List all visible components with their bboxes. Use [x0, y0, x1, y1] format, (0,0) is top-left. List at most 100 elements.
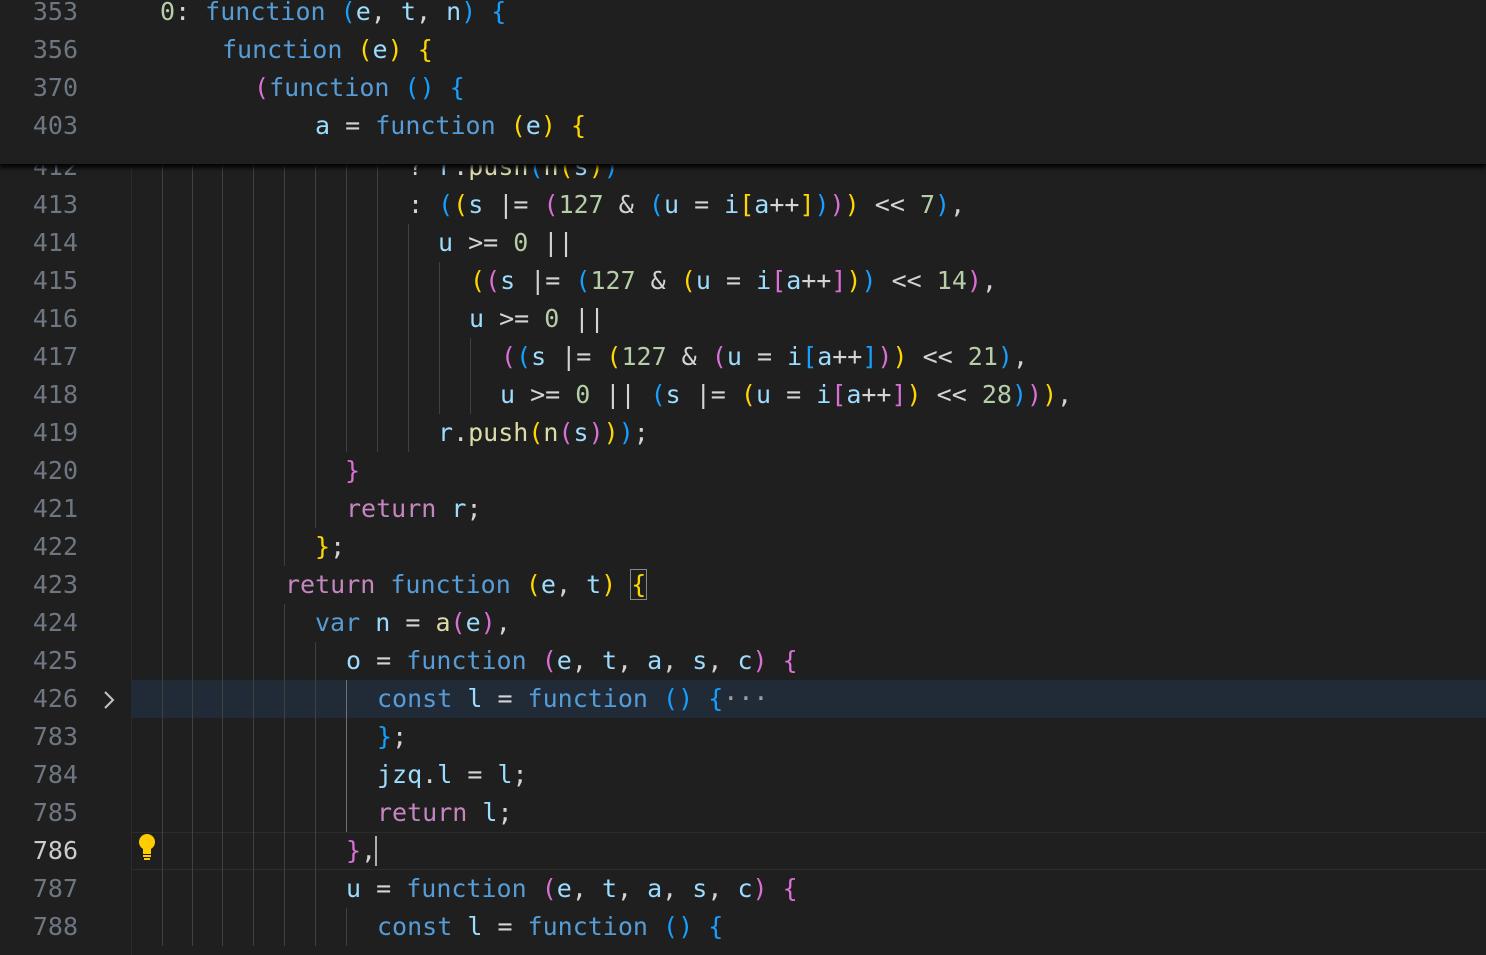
- code-token: (: [501, 342, 517, 371]
- code-token: ;: [466, 494, 482, 523]
- code-token: 21: [967, 342, 998, 371]
- line-number[interactable]: 419: [0, 414, 78, 452]
- line-number[interactable]: 788: [0, 908, 78, 946]
- code-token: e: [540, 570, 556, 599]
- line-number[interactable]: 425: [0, 642, 78, 680]
- code-line[interactable]: 788 const l = function () {: [0, 908, 1486, 946]
- line-number[interactable]: 420: [0, 452, 78, 490]
- code-token: 0: [160, 0, 176, 26]
- code-editor[interactable]: 353 0: function (e, t, n) {356 function (e…: [0, 0, 1486, 955]
- line-number[interactable]: 422: [0, 528, 78, 566]
- sticky-line[interactable]: 370 (function () {: [0, 69, 1486, 107]
- code-token: ++: [801, 266, 832, 295]
- code-token: a: [647, 874, 663, 903]
- line-number[interactable]: 413: [0, 186, 78, 224]
- line-number[interactable]: 787: [0, 870, 78, 908]
- code-token: <<: [921, 380, 982, 409]
- code-token: ): [877, 342, 893, 371]
- line-number[interactable]: 423: [0, 566, 78, 604]
- code-line[interactable]: 422};: [0, 528, 1486, 566]
- line-number[interactable]: 421: [0, 490, 78, 528]
- code-token: t: [601, 646, 617, 675]
- code-line[interactable]: 414 u >= 0 ||: [0, 224, 1486, 262]
- code-token: u: [469, 304, 485, 333]
- line-number[interactable]: 784: [0, 756, 78, 794]
- code-token: s: [665, 380, 681, 409]
- code-line[interactable]: 425 o = function (e, t, a, s, c) {: [0, 642, 1486, 680]
- code-token: (: [453, 190, 469, 219]
- sticky-line[interactable]: 403 a = function (e) {: [0, 107, 1486, 145]
- code-line[interactable]: 420}: [0, 452, 1486, 490]
- line-number[interactable]: 417: [0, 338, 78, 376]
- code-token: =: [361, 874, 407, 903]
- chevron-right-icon[interactable]: [99, 680, 119, 718]
- code-line[interactable]: 424 var n = a(e),: [0, 604, 1486, 642]
- code-token: 127: [621, 342, 667, 371]
- code-token: {: [782, 646, 798, 675]
- code-token: .: [453, 418, 469, 447]
- line-number[interactable]: 416: [0, 300, 78, 338]
- code-line[interactable]: 415 ((s |= (127 & (u = i[a++])) << 14),: [0, 262, 1486, 300]
- code-token: (: [254, 73, 270, 102]
- code-token: ;: [512, 760, 528, 789]
- code-token: (: [541, 874, 557, 903]
- code-line[interactable]: 785 return l;: [0, 794, 1486, 832]
- code-line[interactable]: 423 return function (e, t) {: [0, 566, 1486, 604]
- code-line[interactable]: 783};: [0, 718, 1486, 756]
- sticky-line[interactable]: 353 0: function (e, t, n) {: [0, 0, 1486, 31]
- line-number[interactable]: 418: [0, 376, 78, 414]
- line-number[interactable]: 424: [0, 604, 78, 642]
- line-number[interactable]: 426: [0, 680, 78, 718]
- sticky-scroll-header[interactable]: 353 0: function (e, t, n) {356 function (e…: [0, 0, 1486, 165]
- lightbulb-icon[interactable]: [136, 832, 158, 870]
- code-line[interactable]: 784 jzq.l = l;: [0, 756, 1486, 794]
- code-token: ++: [861, 380, 892, 409]
- code-line[interactable]: 416 u >= 0 ||: [0, 300, 1486, 338]
- code-line[interactable]: 786},: [0, 832, 1486, 870]
- code-token: &: [603, 190, 649, 219]
- code-token: |=: [546, 342, 607, 371]
- code-line[interactable]: 419 r.push(n(s)));: [0, 414, 1486, 452]
- code-token: ): [603, 418, 619, 447]
- code-token: (: [470, 266, 486, 295]
- code-line[interactable]: 426 const l = function () {···: [0, 680, 1486, 718]
- code-token: ;: [497, 798, 513, 827]
- code-line[interactable]: 418 u >= 0 || (s |= (u = i[a++]) << 28)))…: [0, 376, 1486, 414]
- code-token: ++: [769, 190, 800, 219]
- code-token: ,: [1012, 342, 1028, 371]
- code-token: (: [711, 342, 727, 371]
- code-token: function: [527, 684, 648, 713]
- folded-ellipsis[interactable]: ···: [723, 684, 768, 713]
- line-number[interactable]: 414: [0, 224, 78, 262]
- line-number[interactable]: 783: [0, 718, 78, 756]
- code-token: e: [556, 646, 572, 675]
- code-token: const: [377, 684, 453, 713]
- code-token: o: [346, 646, 362, 675]
- line-number[interactable]: 786: [0, 832, 78, 870]
- code-token: |=: [515, 266, 576, 295]
- code-line[interactable]: 421 return r;: [0, 490, 1486, 528]
- line-number[interactable]: 785: [0, 794, 78, 832]
- code-token: (: [543, 190, 559, 219]
- code-line[interactable]: 413: ((s |= (127 & (u = i[a++]))) << 7),: [0, 186, 1486, 224]
- code-line[interactable]: 787 u = function (e, t, a, s, c) {: [0, 870, 1486, 908]
- code-token: u: [695, 266, 711, 295]
- code-token: [: [802, 342, 818, 371]
- text-cursor: [375, 836, 377, 866]
- line-number[interactable]: 415: [0, 262, 78, 300]
- code-token: ): [814, 190, 830, 219]
- code-token: ,: [662, 874, 693, 903]
- code-token: 28: [981, 380, 1012, 409]
- code-token: {: [417, 35, 433, 64]
- code-token: (: [663, 912, 679, 941]
- code-line[interactable]: 417 ((s |= (127 & (u = i[a++])) << 21),: [0, 338, 1486, 376]
- sticky-line[interactable]: 356 function (e) {: [0, 31, 1486, 69]
